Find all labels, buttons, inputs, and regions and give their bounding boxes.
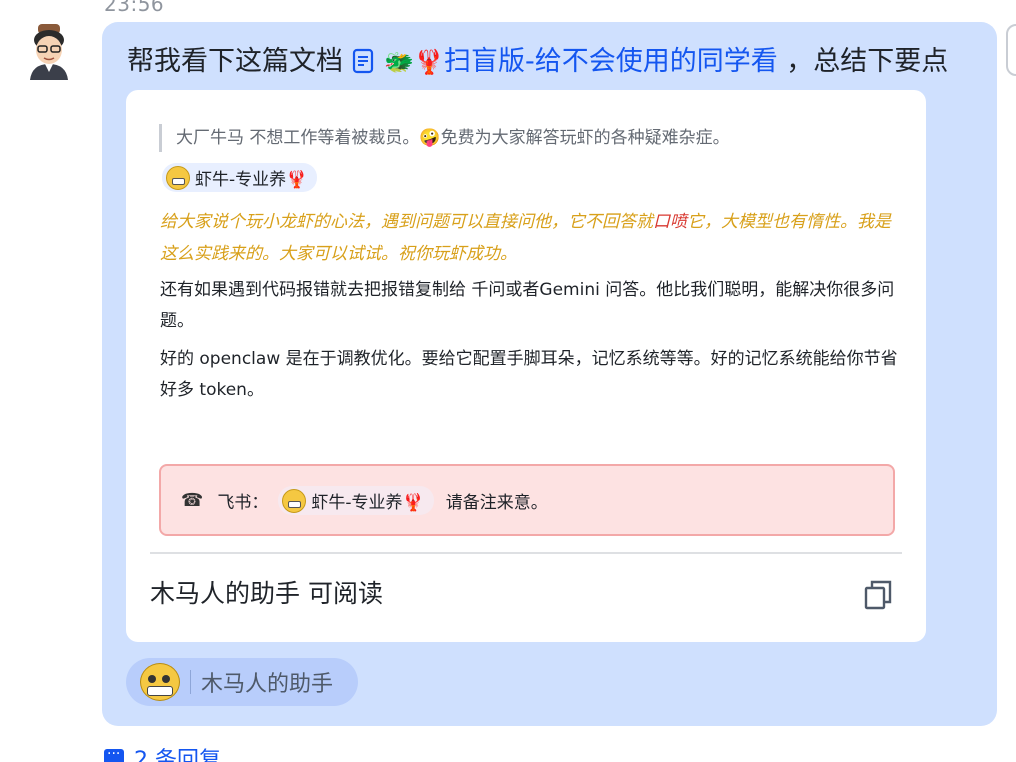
doc-emoji: 🐲🦞 xyxy=(384,48,444,76)
paragraph-2: 好的 openclaw 是在于调教优化。要给它配置手脚耳朵，记忆系统等等。好的记… xyxy=(160,349,898,400)
doc-title: 扫盲版-给不会使用的同学看 xyxy=(443,46,778,77)
mention-avatar-icon xyxy=(282,488,307,513)
phone-icon: ☎ xyxy=(181,490,204,511)
chat-view: 23:56 帮我看下这篇文档 🐲🦞扫盲版-给不会使用的同学看 ，总结下要点 大厂… xyxy=(0,0,1016,762)
callout-tail: 请备注来意。 xyxy=(445,493,548,513)
message-timestamp: 23:56 xyxy=(104,0,165,16)
quote-block: 大厂牛马 不想工作等着被裁员。🤪免费为大家解答玩虾的各种疑难杂症。 xyxy=(159,124,730,152)
italic-note-highlight: 口喷 xyxy=(653,212,687,232)
card-divider xyxy=(150,552,902,554)
callout-user-mention[interactable]: 虾牛-专业养🦞 xyxy=(278,486,434,515)
doc-link[interactable]: 🐲🦞扫盲版-给不会使用的同学看 xyxy=(352,46,787,77)
reply-thread-icon xyxy=(104,746,124,762)
italic-note: 给大家说个玩小龙虾的心法，遇到问题可以直接问他，它不回答就口喷它，大模型也有惰性… xyxy=(160,206,900,270)
paragraph-1: 还有如果遇到代码报错就去把报错复制给 千问或者Gemini 问答。他比我们聪明，… xyxy=(160,280,895,331)
doc-preview-card[interactable]: 大厂牛马 不想工作等着被裁员。🤪免费为大家解答玩虾的各种疑难杂症。 虾牛-专业养… xyxy=(126,90,926,642)
document-icon xyxy=(352,48,373,74)
replies-label: 2 条回复 xyxy=(134,748,221,762)
bot-avatar-icon xyxy=(140,663,180,701)
callout-label: 飞书： xyxy=(217,493,269,513)
italic-note-part1: 给大家说个玩小龙虾的心法，遇到问题可以直接问他，它不回答就 xyxy=(160,212,653,232)
mention-avatar-icon xyxy=(166,165,190,190)
message-text: 帮我看下这篇文档 🐲🦞扫盲版-给不会使用的同学看 ，总结下要点 xyxy=(127,42,948,82)
chip-separator xyxy=(190,670,191,694)
callout-mention-name: 虾牛-专业养🦞 xyxy=(311,493,424,513)
contact-callout: ☎ 飞书： 虾牛-专业养🦞 请备注来意。 xyxy=(159,464,895,536)
mention-name: 虾牛-专业养🦞 xyxy=(195,170,308,190)
copy-icon[interactable] xyxy=(864,580,892,610)
adjacent-element-edge xyxy=(1006,24,1016,76)
card-footer-text: 木马人的助手 可阅读 xyxy=(150,579,383,608)
sender-name: 木马人的助手 xyxy=(201,672,334,697)
sender-chip[interactable]: 木马人的助手 xyxy=(126,658,358,706)
user-mention[interactable]: 虾牛-专业养🦞 xyxy=(162,163,318,192)
message-suffix: ，总结下要点 xyxy=(786,46,949,77)
message-prefix: 帮我看下这篇文档 xyxy=(127,46,343,77)
user-avatar[interactable] xyxy=(26,24,72,80)
replies-link[interactable]: 2 条回复 xyxy=(104,742,221,762)
